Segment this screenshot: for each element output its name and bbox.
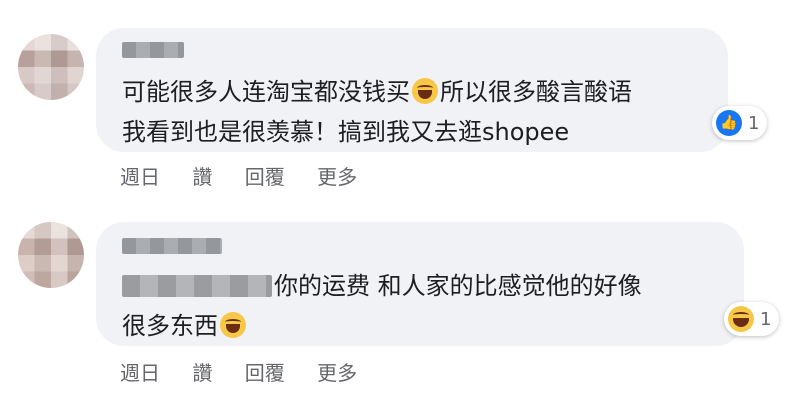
reaction-summary[interactable]: 1 (724, 302, 780, 336)
like-button[interactable]: 讚 (192, 361, 212, 385)
reply-button[interactable]: 回覆 (245, 361, 285, 385)
comment-actions: 週日 讚 回覆 更多 (120, 161, 383, 190)
mention-blurred[interactable] (122, 275, 272, 297)
comment-text: 你的运费 和人家的比感觉他的好像 很多东西 (122, 272, 642, 340)
avatar[interactable] (18, 222, 84, 288)
comment-bubble: 可能很多人连淘宝都没钱买 所以很多酸言酸语 我看到也是很羡慕！搞到我又去逛shop… (96, 28, 728, 152)
laughing-tears-emoji-icon (220, 312, 246, 338)
author-name-blurred[interactable] (122, 42, 184, 58)
reply-button[interactable]: 回覆 (245, 165, 285, 189)
more-button[interactable]: 更多 (317, 361, 357, 385)
timestamp-link[interactable]: 週日 (120, 165, 160, 189)
reaction-count: 1 (760, 308, 772, 330)
author-name-blurred[interactable] (122, 238, 222, 254)
like-icon: 👍 (716, 110, 742, 136)
comment-text: 可能很多人连淘宝都没钱买 所以很多酸言酸语 我看到也是很羡慕！搞到我又去逛shop… (122, 78, 632, 146)
avatar[interactable] (18, 34, 84, 100)
laugh-icon (728, 306, 754, 332)
like-button[interactable]: 讚 (192, 165, 212, 189)
comment-actions: 週日 讚 回覆 更多 (120, 357, 383, 386)
comment-bubble: 你的运费 和人家的比感觉他的好像 很多东西 (96, 222, 744, 346)
more-button[interactable]: 更多 (317, 165, 357, 189)
timestamp-link[interactable]: 週日 (120, 361, 160, 385)
laughing-tears-emoji-icon (412, 78, 438, 104)
reaction-count: 1 (748, 112, 760, 134)
reaction-summary[interactable]: 👍 1 (712, 106, 768, 140)
